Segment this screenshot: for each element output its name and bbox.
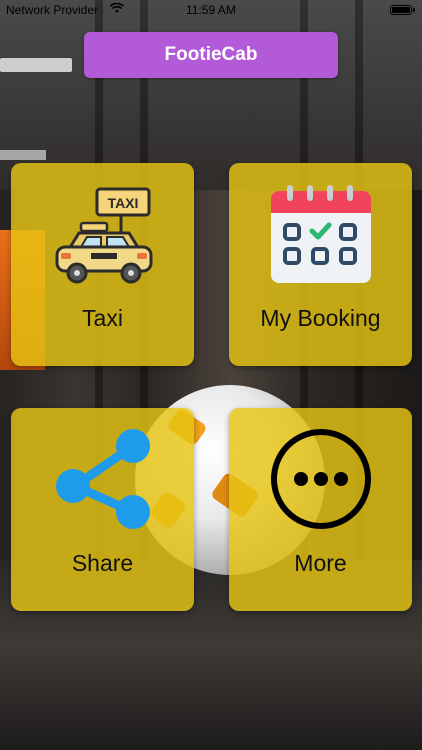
taxi-icon: TAXI — [51, 183, 155, 292]
status-bar: Network Provider 11:59 AM — [0, 0, 422, 22]
battery-icon — [390, 5, 415, 15]
more-icon — [268, 426, 374, 537]
more-button[interactable]: More — [229, 408, 412, 611]
wifi-icon — [109, 2, 125, 17]
calendar-icon — [269, 183, 373, 292]
share-icon — [51, 426, 155, 535]
my-booking-label: My Booking — [260, 305, 381, 331]
taxi-sign-text: TAXI — [107, 195, 138, 211]
more-label: More — [294, 550, 347, 576]
my-booking-button[interactable]: My Booking — [229, 163, 412, 366]
background-image — [0, 0, 422, 750]
taxi-button[interactable]: TAXI Taxi — [11, 163, 194, 366]
app-title: FootieCab — [84, 32, 338, 78]
taxi-label: Taxi — [82, 305, 123, 331]
clock-label: 11:59 AM — [186, 3, 236, 17]
share-button[interactable]: Share — [11, 408, 194, 611]
share-label: Share — [71, 550, 134, 576]
carrier-label: Network Provider — [6, 3, 99, 17]
